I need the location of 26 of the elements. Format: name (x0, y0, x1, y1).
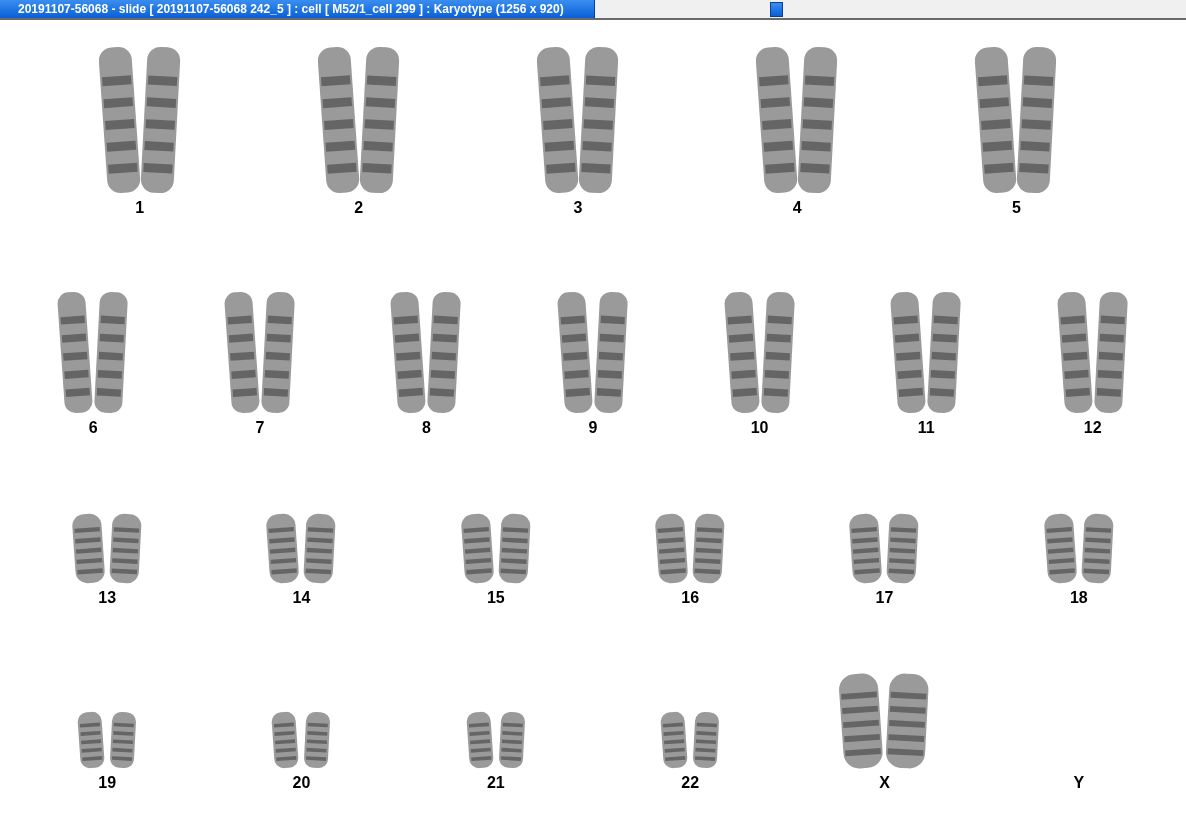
chromosome-number: 17 (875, 589, 894, 607)
scroll-handle[interactable] (770, 2, 783, 17)
chromosome-number: X (879, 774, 890, 792)
chromosome-number: Y (1073, 774, 1085, 792)
chromosome-number: 11 (917, 419, 935, 437)
chromosome-number: 8 (421, 419, 431, 437)
chromosome-number: 20 (292, 774, 311, 792)
chromosome-number: 15 (486, 589, 505, 607)
chromosome-number: 9 (588, 419, 598, 437)
chromosome-number: 10 (750, 419, 769, 437)
window-title: 20191107-56068 - slide [ 20191107-56068 242_5 ] : cell [ M52/1_cell 299 ] : Karyotype (1256 x 920) (0, 0, 595, 18)
chromosome-number: 12 (1083, 419, 1102, 437)
chromosome-number: 18 (1069, 589, 1088, 607)
chromosome-number: 7 (255, 419, 265, 437)
chromosome-number: 19 (98, 774, 117, 792)
chromosome-number: 16 (681, 589, 700, 607)
chromosome-number: 3 (573, 199, 583, 217)
chromosome-number: 13 (98, 589, 117, 607)
chromosome-number: 21 (486, 774, 505, 792)
chromosome-number: 2 (354, 199, 364, 217)
chromosome-number: 4 (792, 199, 802, 217)
chromosome-number: 5 (1011, 199, 1021, 217)
chromosome-number: 14 (292, 589, 311, 607)
chromosome-number: 1 (135, 199, 145, 217)
chromosome-number: 22 (681, 774, 700, 792)
chromosome-number: 6 (88, 419, 98, 437)
